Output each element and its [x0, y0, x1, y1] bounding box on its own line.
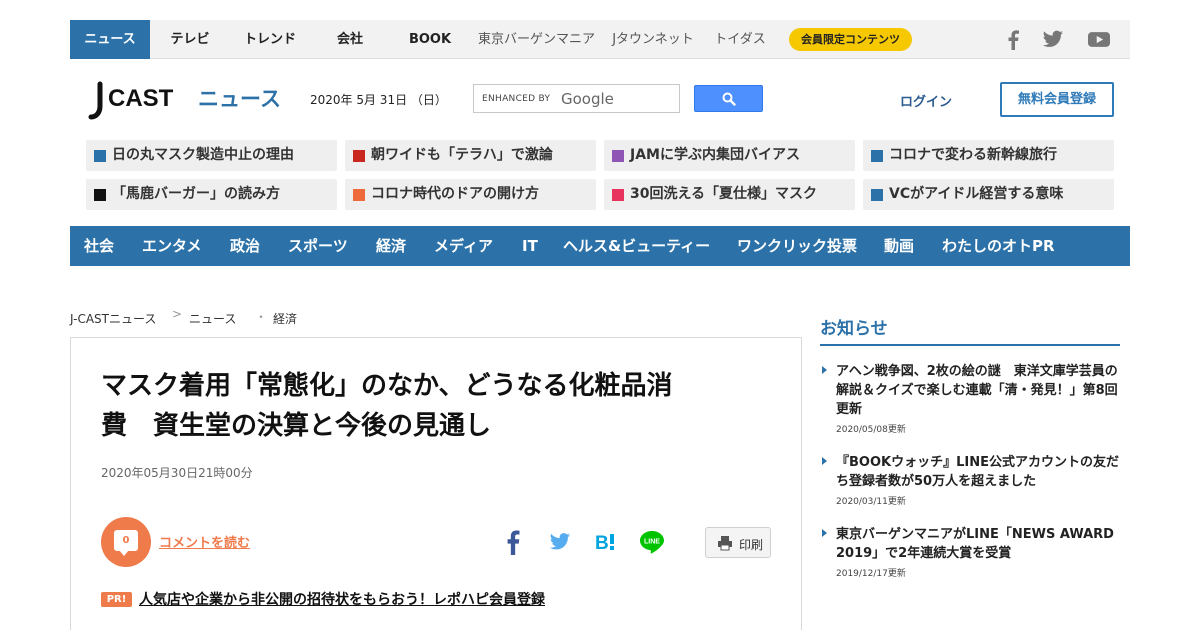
topnav-item-news[interactable]: ニュース — [70, 20, 150, 59]
twitter-icon[interactable] — [1042, 29, 1064, 50]
category-it[interactable]: IT — [522, 226, 538, 266]
category-entertainment[interactable]: エンタメ — [142, 226, 202, 266]
logo-cast-text: CAST — [108, 85, 174, 112]
notice-item[interactable]: 東京バーゲンマニアがLINE「NEWS AWARD 2019」で2年連続大賞を受… — [822, 525, 1126, 579]
category-health-beauty[interactable]: ヘルス&ビューティー — [563, 226, 710, 266]
article-title-line-1: マスク着用「常態化」のなか、どうなる化粧品消 — [101, 371, 673, 401]
topic-square — [612, 189, 624, 201]
notice-date: 2019/12/17更新 — [836, 569, 906, 579]
topic-label: コロナ時代のドアの開け方 — [371, 186, 539, 202]
topnav-item-company[interactable]: 会社 — [314, 20, 386, 59]
svg-text:B: B — [595, 533, 609, 552]
topic-item[interactable]: 「馬鹿バーガー」の読み方 — [86, 179, 337, 210]
print-button[interactable]: 印刷 — [705, 527, 771, 558]
breadcrumb-economy[interactable]: 経済 — [273, 310, 297, 327]
category-politics[interactable]: 政治 — [230, 226, 260, 266]
topnav-item-tv[interactable]: テレビ — [154, 20, 226, 59]
member-content-button[interactable]: 会員限定コンテンツ — [789, 28, 912, 51]
facebook-icon[interactable] — [1006, 29, 1020, 50]
topic-label: コロナで変わる新幹線旅行 — [889, 147, 1057, 163]
login-link[interactable]: ログイン — [900, 91, 952, 110]
topnav-item-jtown[interactable]: Jタウンネット — [608, 20, 698, 59]
search-input[interactable]: ENHANCED BY Google — [473, 84, 680, 113]
article-title: マスク着用「常態化」のなか、どうなる化粧品消 費 資生堂の決算と今後の見通し — [101, 366, 761, 446]
search-icon — [722, 92, 736, 106]
topic-item[interactable]: VCがアイドル経営する意味 — [863, 179, 1114, 210]
comment-button[interactable]: 0 — [101, 517, 151, 567]
topnav-item-toidas[interactable]: トイダス — [708, 20, 772, 59]
category-video[interactable]: 動画 — [884, 226, 914, 266]
topic-label: 朝ワイドも「テラハ」で激論 — [371, 147, 553, 163]
topnav-item-book[interactable]: BOOK — [394, 20, 466, 59]
notice-arrow-icon — [822, 366, 827, 374]
category-nav: 社会 エンタメ 政治 スポーツ 経済 メディア IT ヘルス&ビューティー ワン… — [70, 226, 1130, 266]
category-sports[interactable]: スポーツ — [288, 226, 348, 266]
notice-date: 2020/05/08更新 — [836, 425, 906, 435]
topic-square — [871, 189, 883, 201]
notice-title[interactable]: 東京バーゲンマニアがLINE「NEWS AWARD 2019」で2年連続大賞を受… — [836, 525, 1126, 563]
topic-label: JAMに学ぶ内集団バイアス — [630, 147, 800, 163]
category-one-click-vote[interactable]: ワンクリック投票 — [737, 226, 857, 266]
article-date: 2020年05月30日21時00分 — [101, 466, 253, 480]
notice-date: 2020/03/11更新 — [836, 497, 906, 507]
search-button[interactable] — [694, 85, 763, 112]
pr-badge: PR! — [101, 592, 132, 607]
topic-square — [94, 189, 106, 201]
topic-label: 「馬鹿バーガー」の読み方 — [112, 186, 280, 202]
notice-item[interactable]: アヘン戦争図、2枚の絵の謎 東洋文庫学芸員の解説＆クイズで楽しむ連載「清・発見！… — [822, 362, 1126, 435]
jcast-logo[interactable]: CAST ニュース — [86, 80, 286, 122]
topnav-item-bargain[interactable]: 東京バーゲンマニア — [478, 20, 595, 59]
pr-link[interactable]: 人気店や企業から非公開の招待状をもらおう！レポハピ会員登録 — [139, 589, 545, 609]
topic-item[interactable]: 朝ワイドも「テラハ」で激論 — [345, 140, 596, 171]
printer-icon — [718, 536, 732, 551]
read-comments-link[interactable]: コメントを読む — [159, 532, 250, 551]
notice-item[interactable]: 『BOOKウォッチ』LINE公式アカウントの友だち登録者数が50万人を超えました… — [822, 453, 1126, 507]
line-share-icon[interactable]: LINE — [638, 528, 666, 556]
hatena-bookmark-icon[interactable]: B — [595, 532, 617, 552]
topic-label: VCがアイドル経営する意味 — [889, 186, 1064, 202]
topic-item[interactable]: 30回洗える「夏仕様」マスク — [604, 179, 855, 210]
category-watashi-no-oto[interactable]: わたしのオトPR — [942, 226, 1055, 266]
category-media[interactable]: メディア — [434, 226, 493, 266]
topic-item[interactable]: コロナ時代のドアの開け方 — [345, 179, 596, 210]
notice-arrow-icon — [822, 529, 827, 537]
breadcrumb-home[interactable]: J-CASTニュース — [70, 310, 156, 327]
breadcrumb-chevron-icon: > — [172, 307, 183, 321]
register-button[interactable]: 無料会員登録 — [1000, 82, 1114, 117]
search-google-label: Google — [561, 90, 614, 108]
notice-title[interactable]: アヘン戦争図、2枚の絵の謎 東洋文庫学芸員の解説＆クイズで楽しむ連載「清・発見！… — [836, 362, 1126, 419]
category-society[interactable]: 社会 — [84, 226, 114, 266]
breadcrumb-news[interactable]: ニュース — [189, 310, 236, 327]
top-nav: ニュース テレビ トレンド 会社 BOOK 東京バーゲンマニア Jタウンネット … — [70, 20, 1130, 59]
youtube-icon[interactable] — [1088, 29, 1110, 50]
topic-label: 日の丸マスク製造中止の理由 — [112, 147, 294, 163]
search-enhanced-label: ENHANCED BY — [482, 94, 551, 104]
print-label: 印刷 — [739, 538, 764, 552]
topic-square — [94, 150, 106, 162]
topic-square — [353, 150, 365, 162]
facebook-share-icon[interactable] — [505, 529, 521, 555]
article-title-line-2: 費 資生堂の決算と今後の見通し — [101, 411, 492, 441]
category-economy[interactable]: 経済 — [376, 226, 406, 266]
comment-bubble-tail — [119, 550, 129, 556]
topic-item[interactable]: JAMに学ぶ内集団バイアス — [604, 140, 855, 171]
notice-title[interactable]: 『BOOKウォッチ』LINE公式アカウントの友だち登録者数が50万人を超えました — [836, 453, 1126, 491]
topnav-item-trend[interactable]: トレンド — [234, 20, 306, 59]
topic-square — [612, 150, 624, 162]
breadcrumb-dot-icon: ・ — [255, 310, 268, 324]
logo-news-text: ニュース — [198, 87, 281, 111]
twitter-share-icon[interactable] — [549, 532, 571, 552]
topic-label: 30回洗える「夏仕様」マスク — [630, 186, 818, 202]
notice-arrow-icon — [822, 457, 827, 465]
sidebar-title: お知らせ — [820, 319, 888, 339]
current-date: 2020年 5月 31日 （日） — [310, 93, 447, 107]
sidebar-divider — [820, 344, 1120, 346]
topic-square — [871, 150, 883, 162]
topic-item[interactable]: コロナで変わる新幹線旅行 — [863, 140, 1114, 171]
comment-count: 0 — [114, 530, 138, 551]
topic-square — [353, 189, 365, 201]
svg-text:LINE: LINE — [644, 539, 660, 546]
topic-item[interactable]: 日の丸マスク製造中止の理由 — [86, 140, 337, 171]
